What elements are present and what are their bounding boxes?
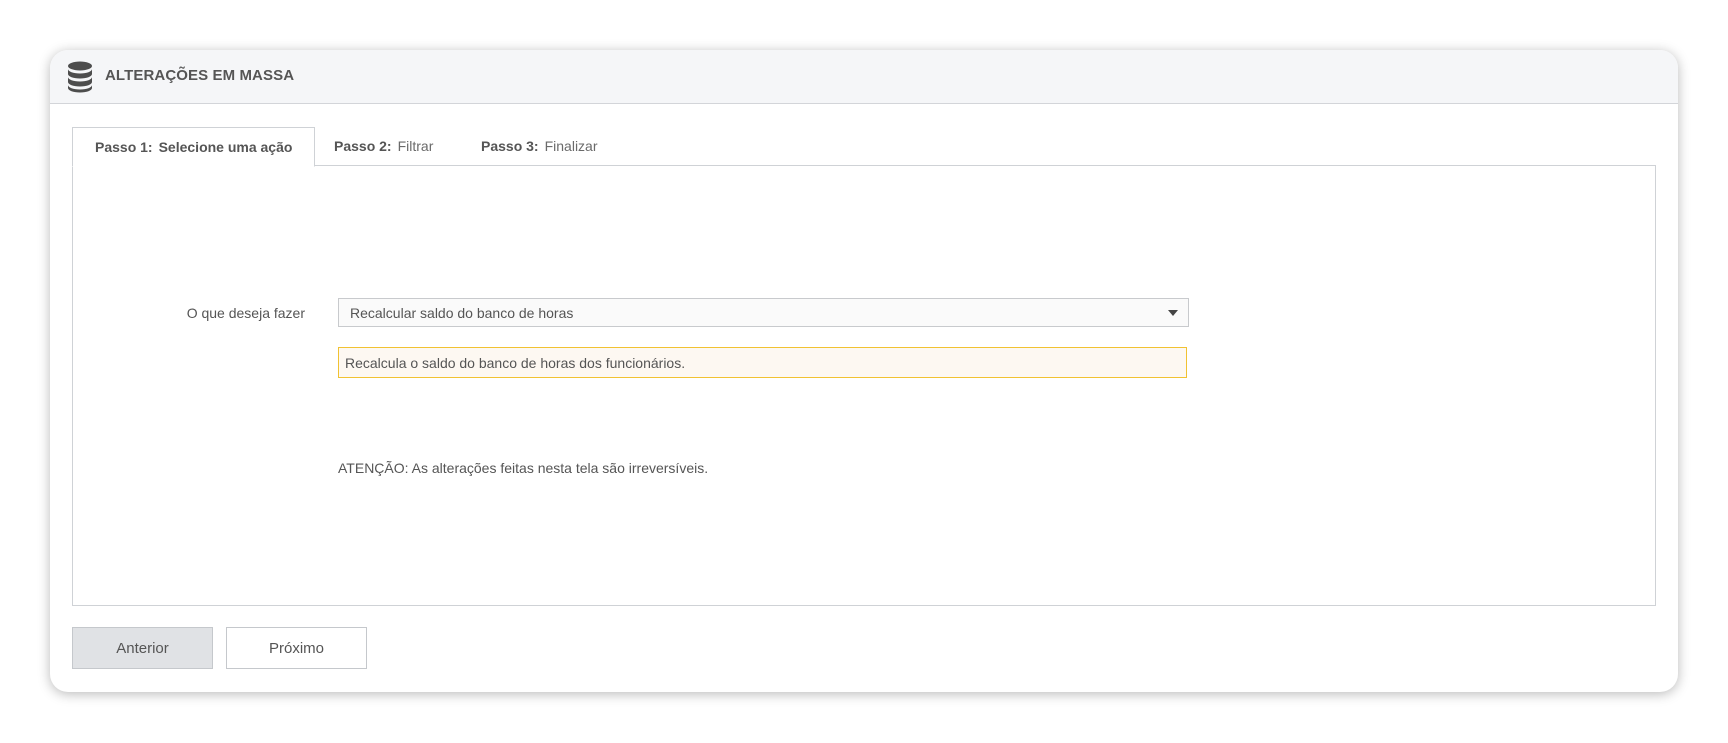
tab-step-2[interactable]: Passo 2: Filtrar — [334, 127, 433, 165]
action-description-box: Recalcula o saldo do banco de horas dos … — [338, 347, 1187, 378]
action-select-value: Recalcular saldo do banco de horas — [350, 305, 574, 321]
tab-step-3[interactable]: Passo 3: Finalizar — [481, 127, 598, 165]
panel-title: ALTERAÇÕES EM MASSA — [105, 67, 295, 84]
tab-step-number: Passo 2: — [334, 138, 392, 154]
database-icon — [66, 61, 94, 93]
tab-step-number: Passo 3: — [481, 138, 539, 154]
warning-text: ATENÇÃO: As alterações feitas nesta tela… — [338, 460, 709, 476]
caret-down-icon — [1168, 310, 1178, 316]
action-label: O que deseja fazer — [186, 305, 305, 321]
action-description: Recalcula o saldo do banco de horas dos … — [345, 355, 686, 371]
action-select[interactable]: Recalcular saldo do banco de horas — [338, 298, 1189, 327]
panel-header: ALTERAÇÕES EM MASSA — [50, 50, 1678, 104]
previous-button[interactable]: Anterior — [72, 627, 213, 669]
tab-label: Finalizar — [544, 138, 598, 154]
next-button[interactable]: Próximo — [226, 627, 367, 669]
tab-step-number: Passo 1: — [95, 139, 153, 155]
tab-content: O que deseja fazer Recalcular saldo do b… — [72, 165, 1656, 606]
tab-label: Filtrar — [397, 138, 434, 154]
tab-step-1[interactable]: Passo 1: Selecione uma ação — [72, 127, 316, 167]
tab-label: Selecione uma ação — [158, 139, 293, 155]
mass-changes-panel: ALTERAÇÕES EM MASSA Passo 1: Selecione um… — [50, 50, 1678, 692]
